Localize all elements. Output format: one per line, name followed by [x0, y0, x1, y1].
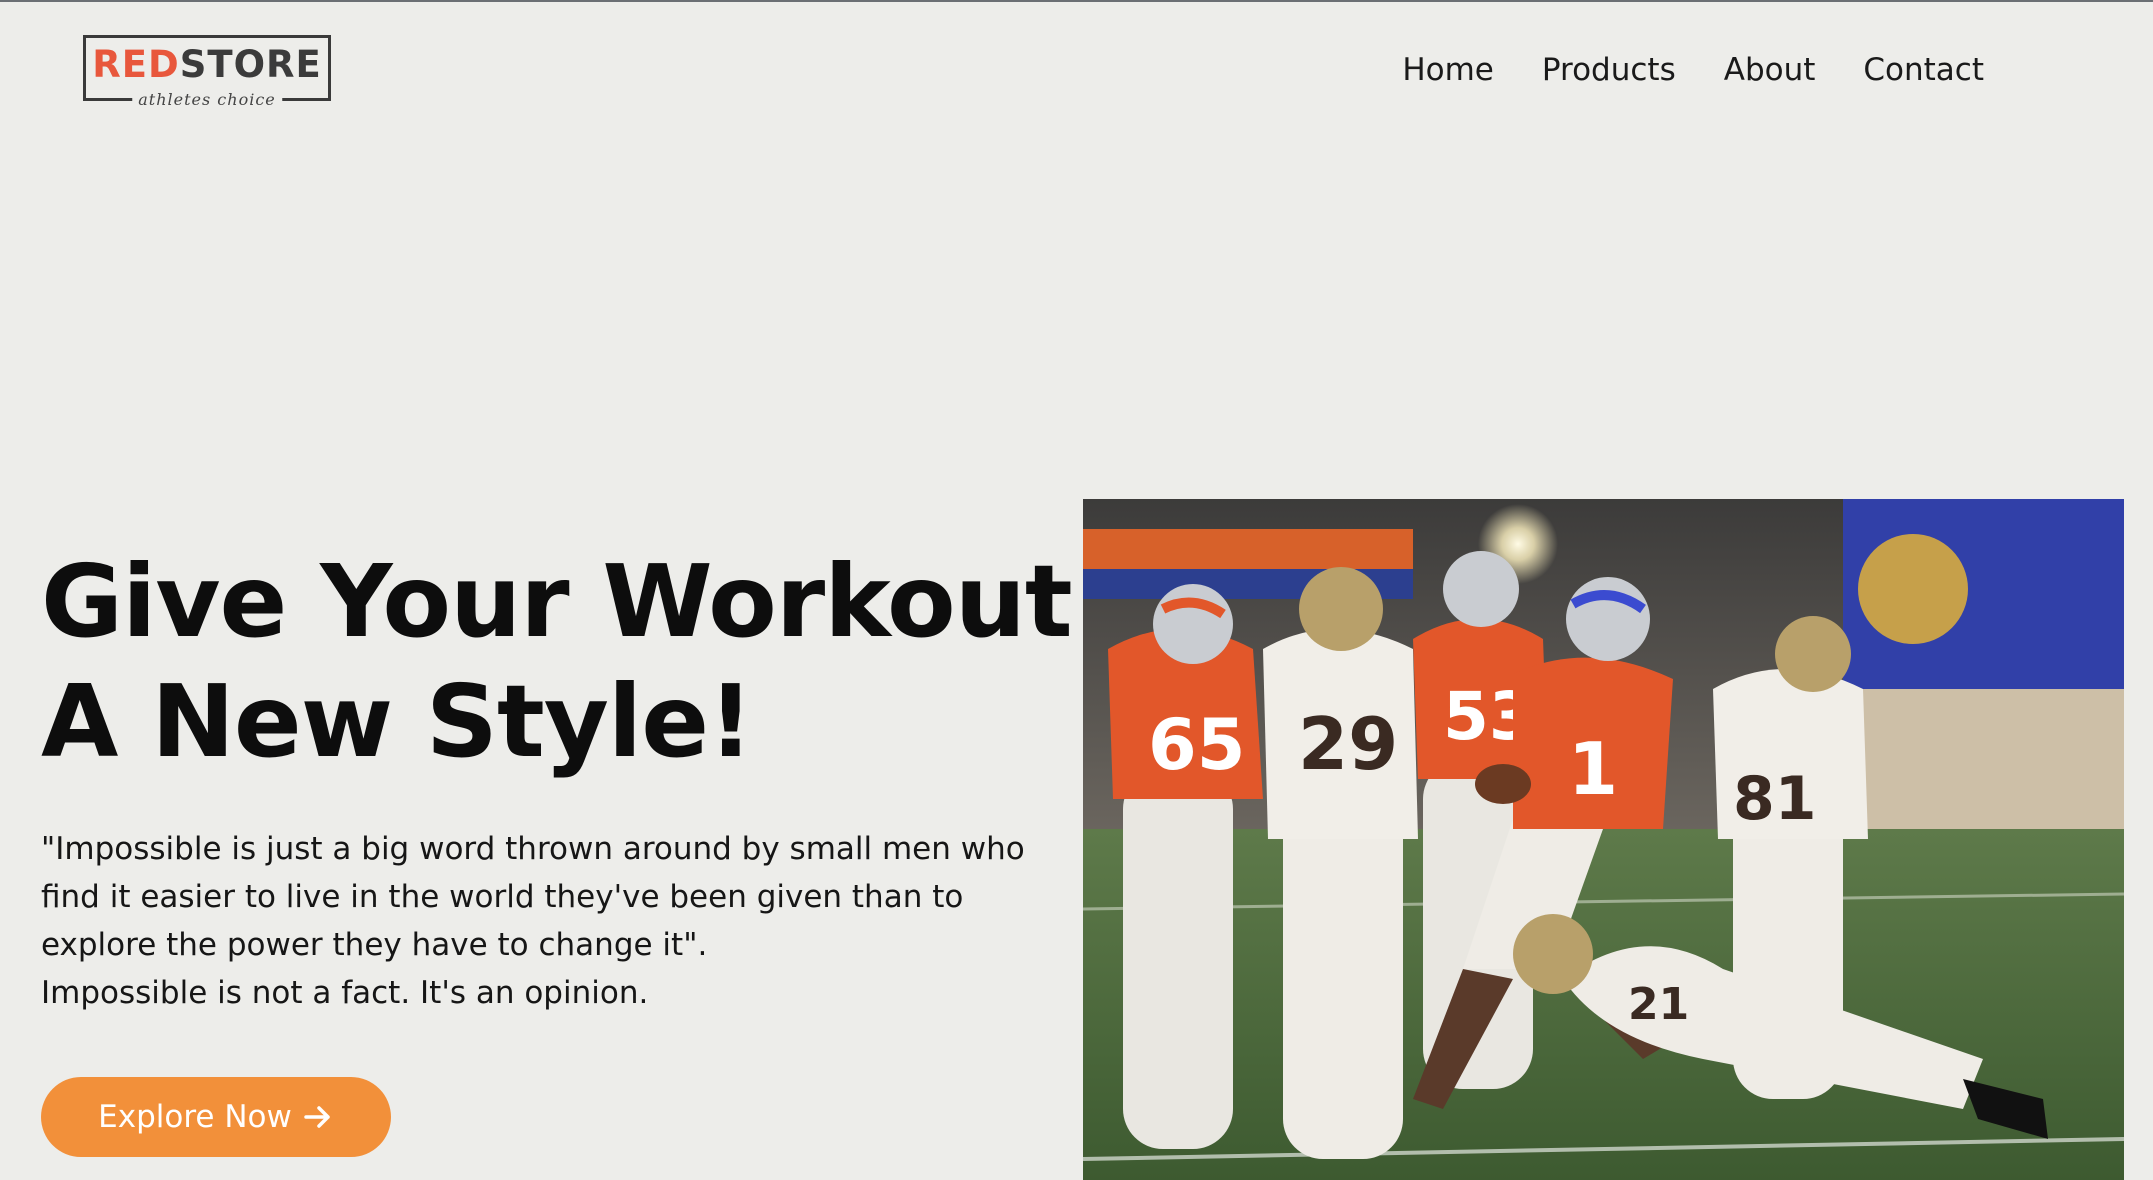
- banner-emblem: [1858, 534, 1968, 644]
- main-nav: Home Products About Contact: [1402, 52, 1984, 88]
- nav-products-link[interactable]: Products: [1542, 52, 1676, 88]
- explore-now-button[interactable]: Explore Now: [41, 1077, 391, 1157]
- quote-line-4: Impossible is not a fact. It's an opinio…: [41, 975, 649, 1011]
- hero-title-line-1: Give Your Workout: [41, 543, 1073, 660]
- logo-store-text: STORE: [179, 43, 322, 86]
- landing-page: REDSTORE athletes choice Home Products A…: [0, 0, 2153, 1180]
- logo-wordmark: REDSTORE: [86, 45, 328, 85]
- logo-red-text: RED: [92, 43, 180, 86]
- hero-quote: "Impossible is just a big word thrown ar…: [41, 825, 1091, 1017]
- svg-text:21: 21: [1628, 979, 1689, 1030]
- orange-wall-banner: [1083, 529, 1413, 569]
- hero-title-line-2: A New Style!: [41, 663, 754, 780]
- quote-line-2: find it easier to live in the world they…: [41, 879, 964, 915]
- logo-tagline: athletes choice: [132, 90, 282, 109]
- svg-text:65: 65: [1148, 704, 1245, 786]
- wall-panel: [1843, 689, 2124, 839]
- arrow-right-icon: [304, 1106, 330, 1128]
- explore-now-label: Explore Now: [98, 1099, 292, 1135]
- nav-home-link[interactable]: Home: [1402, 52, 1494, 88]
- football-players-photo: 65 29 53 1 81 21: [1083, 499, 2124, 1180]
- quote-line-1: "Impossible is just a big word thrown ar…: [41, 831, 1025, 867]
- redstore-logo[interactable]: REDSTORE athletes choice: [83, 35, 331, 109]
- hero-title: Give Your Workout A New Style!: [41, 542, 1081, 782]
- nav-contact-link[interactable]: Contact: [1863, 52, 1984, 88]
- nav-about-link[interactable]: About: [1724, 52, 1816, 88]
- football-ball: [1475, 764, 1531, 804]
- football-scene: 65 29 53 1 81 21: [1083, 499, 2124, 1180]
- svg-text:1: 1: [1568, 727, 1618, 811]
- svg-text:29: 29: [1298, 702, 1398, 786]
- player-29: 29: [1263, 567, 1418, 1159]
- svg-text:81: 81: [1733, 764, 1817, 834]
- quote-line-3: explore the power they have to change it…: [41, 927, 708, 963]
